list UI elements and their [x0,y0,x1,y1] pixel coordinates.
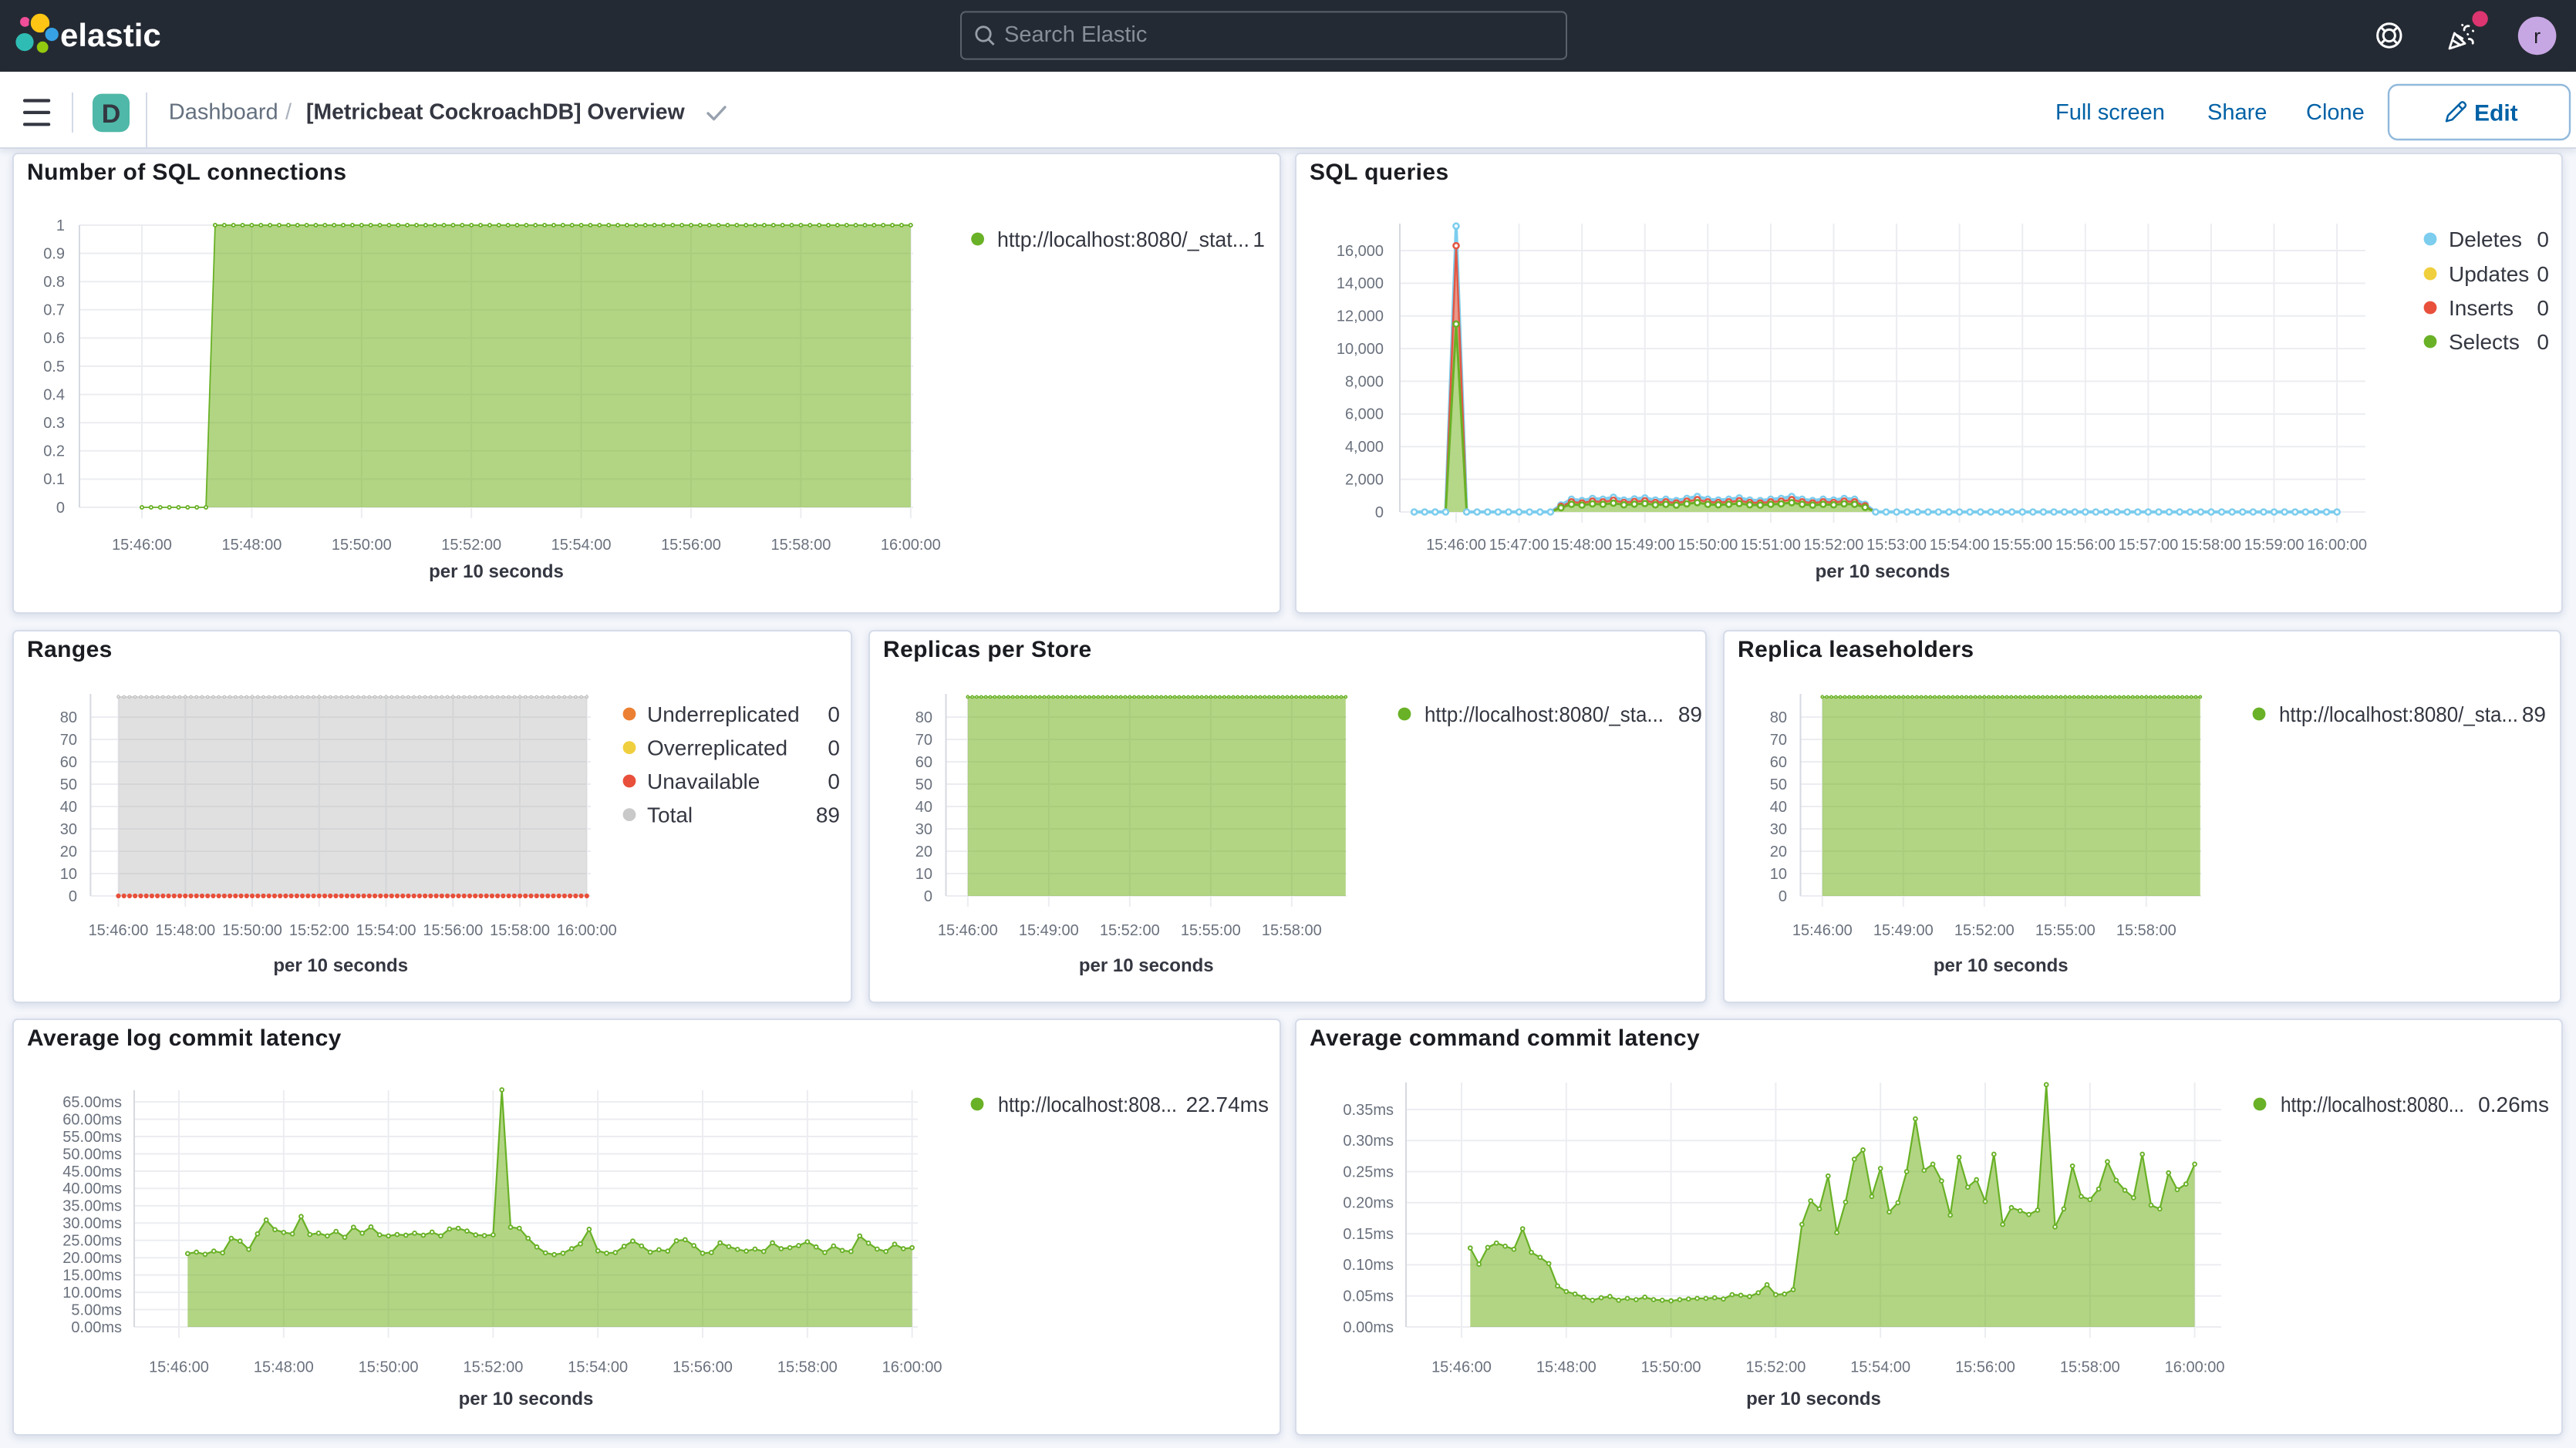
svg-text:Search Elastic: Search Elastic [1004,22,1147,47]
svg-text:Dashboard: Dashboard [169,100,278,125]
svg-text:Full screen: Full screen [2055,100,2165,125]
svg-text:elastic: elastic [60,17,161,53]
svg-text:r: r [2534,25,2541,48]
svg-text:Edit: Edit [2474,101,2518,126]
svg-text:/: / [285,100,292,125]
svg-text:[Metricbeat CockroachDB] Overv: [Metricbeat CockroachDB] Overview [306,100,686,125]
svg-text:D: D [102,99,121,129]
svg-text:Clone: Clone [2306,100,2365,125]
svg-text:Share: Share [2207,100,2267,125]
